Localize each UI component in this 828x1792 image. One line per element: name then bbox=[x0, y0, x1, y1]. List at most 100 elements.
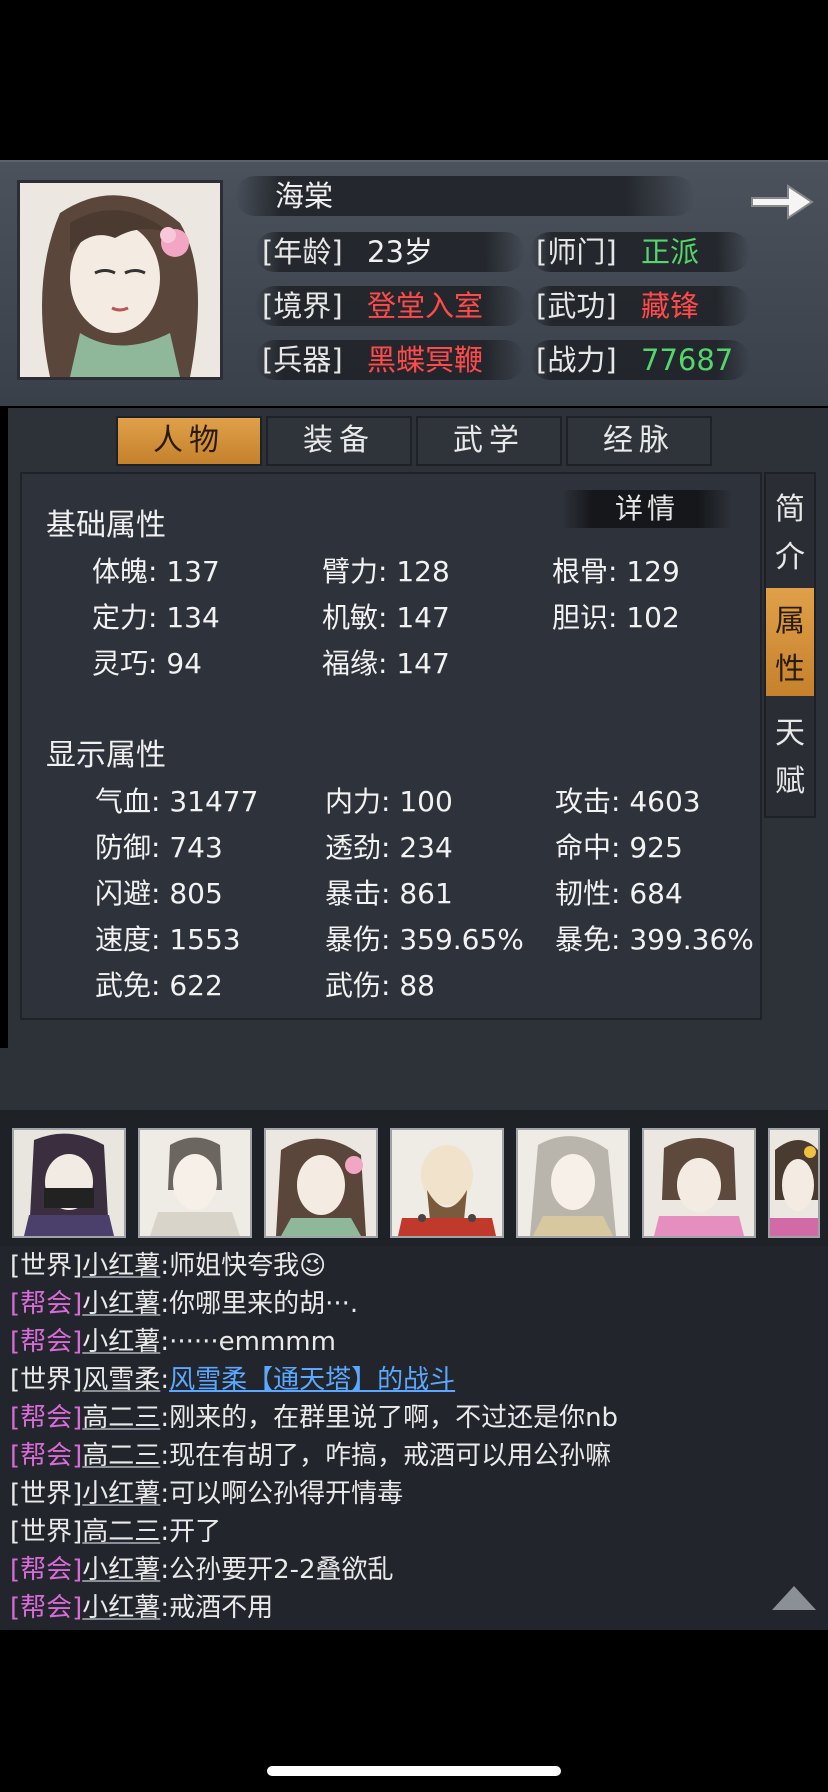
chat-channel: [帮会] bbox=[10, 1289, 83, 1319]
stat-item: 速度: 1553 bbox=[95, 923, 241, 956]
power-value: 77687 bbox=[641, 343, 734, 377]
tab-meridians[interactable]: 经脉 bbox=[566, 416, 712, 466]
stat-item: 暴免: 399.36% bbox=[555, 923, 754, 956]
next-arrow-button[interactable] bbox=[748, 180, 816, 224]
chat-line: [帮会]小红薯:你哪里来的胡···. bbox=[10, 1286, 358, 1322]
party-member-portrait[interactable] bbox=[516, 1128, 630, 1238]
skill-label: [武功] bbox=[536, 289, 617, 323]
tab-character[interactable]: 人物 bbox=[116, 416, 262, 466]
chat-sender[interactable]: 高二三 bbox=[82, 1441, 160, 1471]
chat-line: [帮会]小红薯:······emmmm bbox=[10, 1324, 336, 1360]
chat-message: : bbox=[160, 1365, 170, 1395]
stat-item: 命中: 925 bbox=[555, 831, 683, 864]
party-member-portrait[interactable] bbox=[390, 1128, 504, 1238]
member-drawing bbox=[644, 1130, 754, 1236]
arrow-right-icon bbox=[751, 184, 814, 220]
stat-item: 攻击: 4603 bbox=[555, 785, 701, 818]
chat-sender[interactable]: 小红薯 bbox=[82, 1555, 160, 1585]
party-member-portrait[interactable] bbox=[642, 1128, 756, 1238]
chat-line: [世界]小红薯:可以啊公孙得开情毒 bbox=[10, 1476, 403, 1512]
chat-line: [世界]风雪柔:风雪柔【通天塔】的战斗 bbox=[10, 1362, 455, 1398]
home-indicator[interactable] bbox=[267, 1766, 561, 1776]
stat-item: 根骨: 129 bbox=[552, 555, 680, 588]
chat-channel: [帮会] bbox=[10, 1441, 83, 1471]
panel-bottom-gap bbox=[0, 1048, 828, 1110]
side-tab-char: 赋 bbox=[775, 764, 805, 799]
party-member-portrait[interactable] bbox=[12, 1128, 126, 1238]
chat-channel: [帮会] bbox=[10, 1403, 83, 1433]
party-member-portrait[interactable] bbox=[264, 1128, 378, 1238]
sect-value: 正派 bbox=[641, 235, 700, 269]
stat-item: 武伤: 88 bbox=[325, 969, 435, 1002]
chat-expand-button[interactable] bbox=[770, 1584, 818, 1612]
chat-channel: [世界] bbox=[10, 1479, 83, 1509]
chat-channel: [帮会] bbox=[10, 1327, 83, 1357]
detail-button[interactable]: 详情 bbox=[562, 490, 732, 528]
member-drawing bbox=[518, 1130, 628, 1236]
display-attributes-title: 显示属性 bbox=[46, 738, 166, 773]
chat-message: :刚来的，在群里说了啊，不过还是你nb bbox=[160, 1403, 619, 1433]
skill-value: 藏锋 bbox=[641, 289, 700, 323]
side-tab-char: 性 bbox=[775, 652, 805, 687]
chat-line: [帮会]高二三:现在有胡了，咋搞，戒酒可以用公孙嘛 bbox=[10, 1438, 611, 1474]
tab-martial-arts[interactable]: 武学 bbox=[416, 416, 562, 466]
party-member-portrait[interactable] bbox=[138, 1128, 252, 1238]
chat-message: :戒酒不用 bbox=[160, 1593, 274, 1623]
chat-line: [帮会]高二三:刚来的，在群里说了啊，不过还是你nb bbox=[10, 1400, 618, 1436]
chat-message: :可以啊公孙得开情毒 bbox=[160, 1479, 404, 1509]
power-label: [战力] bbox=[536, 343, 617, 377]
chat-line: [帮会]小红薯:公孙要开2-2叠欲乱 bbox=[10, 1552, 394, 1588]
stat-item: 定力: 134 bbox=[92, 601, 220, 634]
chat-line: [帮会]小红薯:戒酒不用 bbox=[10, 1590, 273, 1626]
stat-item: 福缘: 147 bbox=[322, 647, 450, 680]
stat-item: 韧性: 684 bbox=[555, 877, 683, 910]
portrait-drawing bbox=[20, 183, 220, 377]
chat-sender[interactable]: 风雪柔 bbox=[82, 1365, 160, 1395]
party-member-portrait[interactable] bbox=[768, 1128, 820, 1238]
chat-line: [世界]高二三:开了 bbox=[10, 1514, 221, 1550]
member-drawing bbox=[140, 1130, 250, 1236]
chat-message: :开了 bbox=[160, 1517, 222, 1547]
side-tab-attributes[interactable]: 属 性 bbox=[766, 588, 814, 696]
chat-channel: [世界] bbox=[10, 1251, 83, 1281]
member-drawing bbox=[14, 1130, 124, 1236]
side-tab-char: 介 bbox=[775, 540, 805, 575]
sect-label: [师门] bbox=[536, 235, 617, 269]
side-tab-intro[interactable]: 简 介 bbox=[766, 476, 814, 584]
stat-item: 武免: 622 bbox=[95, 969, 223, 1002]
weapon-label: [兵器] bbox=[262, 343, 343, 377]
chat-sender[interactable]: 小红薯 bbox=[82, 1327, 160, 1357]
chat-channel: [帮会] bbox=[10, 1593, 83, 1623]
chat-sender[interactable]: 小红薯 bbox=[82, 1289, 160, 1319]
stat-item: 机敏: 147 bbox=[322, 601, 450, 634]
chat-sender[interactable]: 小红薯 bbox=[82, 1251, 160, 1281]
tab-equipment[interactable]: 装备 bbox=[266, 416, 412, 466]
stat-item: 臂力: 128 bbox=[322, 555, 450, 588]
base-attributes-title: 基础属性 bbox=[46, 508, 166, 543]
chat-sender[interactable]: 小红薯 bbox=[82, 1479, 160, 1509]
chat-sender[interactable]: 高二三 bbox=[82, 1403, 160, 1433]
stat-item: 透劲: 234 bbox=[325, 831, 453, 864]
triangle-up-icon bbox=[772, 1586, 816, 1610]
side-tab-talent[interactable]: 天 赋 bbox=[766, 700, 814, 808]
side-tab-char: 天 bbox=[775, 716, 805, 751]
age-label: [年龄] bbox=[262, 235, 343, 269]
age-value: 23岁 bbox=[367, 235, 433, 269]
stat-item: 灵巧: 94 bbox=[92, 647, 202, 680]
side-tab-char: 属 bbox=[775, 604, 805, 639]
chat-channel: [世界] bbox=[10, 1517, 83, 1547]
stat-item: 闪避: 805 bbox=[95, 877, 223, 910]
weapon-value: 黑蝶冥鞭 bbox=[367, 343, 484, 377]
battle-report-link[interactable]: 风雪柔【通天塔】的战斗 bbox=[169, 1365, 455, 1395]
side-tab-char: 简 bbox=[775, 492, 805, 527]
chat-message: :师姐快夸我😉 bbox=[160, 1251, 327, 1281]
chat-message: :你哪里来的胡···. bbox=[160, 1289, 359, 1319]
character-name: 海棠 bbox=[275, 179, 334, 213]
chat-message: :公孙要开2-2叠欲乱 bbox=[160, 1555, 394, 1585]
chat-line: [世界]小红薯:师姐快夸我😉 bbox=[10, 1248, 326, 1284]
chat-sender[interactable]: 高二三 bbox=[82, 1517, 160, 1547]
stat-item: 胆识: 102 bbox=[552, 601, 680, 634]
chat-channel: [世界] bbox=[10, 1365, 83, 1395]
stat-item: 暴伤: 359.65% bbox=[325, 923, 524, 956]
chat-sender[interactable]: 小红薯 bbox=[82, 1593, 160, 1623]
